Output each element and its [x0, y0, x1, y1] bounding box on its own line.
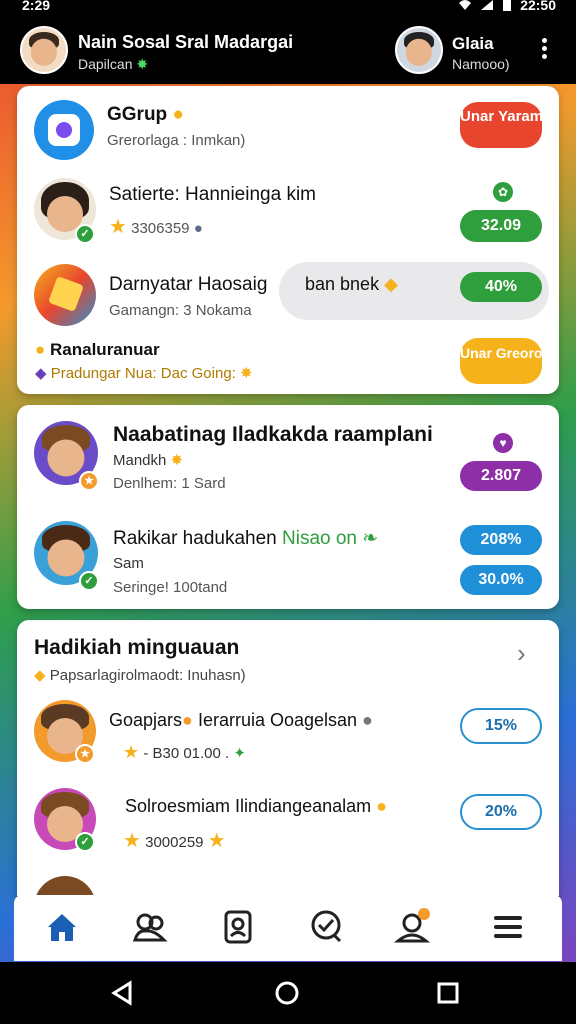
footer-subtitle: ◆ Pradungar Nua: Dac Going: ✸: [35, 365, 253, 382]
row-subtitle: ★ 3000259 ★: [123, 830, 226, 852]
hand-icon: ●: [193, 220, 203, 237]
online-badge: ✓: [75, 832, 95, 852]
footer-title: ● Ranaluranuar: [35, 340, 160, 359]
row-detail: Seringe! 100tand: [113, 579, 228, 596]
row-subtitle: Mandkh ✸: [113, 452, 184, 469]
status-pill[interactable]: Unar Yarame: [460, 102, 551, 148]
menu-icon[interactable]: [488, 907, 528, 947]
list-item[interactable]: GGrup ● Grerorlaga : Inmkan) Unar Yarame: [17, 86, 559, 166]
level-badge: ★: [75, 744, 95, 764]
coin-icon: ●: [35, 340, 46, 359]
game-icon: [34, 264, 96, 326]
online-badge: ✓: [75, 224, 95, 244]
groups-icon[interactable]: [130, 907, 170, 947]
app-bar: Nain Sosal Sral Madargai Dapilcan ✸ Glai…: [0, 16, 576, 84]
user-status: Namooo): [452, 56, 510, 72]
progress-pill-secondary[interactable]: 30.0%: [460, 565, 542, 595]
star-icon: ★: [109, 216, 127, 238]
leaf-icon: ✿: [493, 182, 513, 202]
battery-icon: [503, 0, 512, 11]
card-footer[interactable]: ● Ranaluranuar ◆ Pradungar Nua: Dac Goin…: [17, 332, 559, 392]
status-time: 2:29: [22, 0, 51, 13]
recents-icon[interactable]: [436, 981, 460, 1005]
status-icons: 22:50: [458, 0, 556, 13]
wifi-icon: [459, 0, 472, 10]
star-icon: ★: [123, 742, 140, 762]
bag-icon: ●: [362, 710, 373, 730]
section-subtitle: ◆ Papsarlagirolmaodt: Inuhasn): [34, 667, 246, 684]
row-title: Naabatinag Iladkakda raamplani: [113, 423, 433, 446]
sparkle-icon: ✦: [233, 745, 246, 762]
profile-card-icon[interactable]: [218, 907, 258, 947]
page-title: Nain Sosal Sral Madargai: [78, 32, 294, 52]
status-bar: 2:29 22:50: [0, 0, 576, 16]
campaign-card: ★ Naabatinag Iladkakda raamplani Mandkh …: [17, 405, 559, 609]
progress-pill[interactable]: 208%: [460, 525, 542, 555]
status-clock: 22:50: [520, 0, 556, 13]
level-badge: ★: [79, 471, 99, 491]
user-name: Glaia: [452, 34, 494, 53]
sparkle-icon: ✸: [240, 365, 253, 382]
smile-icon: ●: [172, 104, 184, 125]
badge-icon: ◆: [384, 274, 398, 294]
bottom-navigation: [14, 895, 562, 961]
user-notify-icon[interactable]: [393, 907, 434, 947]
row-title: GGrup ●: [107, 104, 184, 125]
progress-pill[interactable]: 40%: [460, 272, 542, 302]
star-icon: ★: [123, 830, 141, 852]
leaf-icon: ❧: [362, 528, 379, 549]
group-card: GGrup ● Grerorlaga : Inmkan) Unar Yarame…: [17, 86, 559, 394]
group-avatar[interactable]: [20, 26, 68, 74]
check-badge-icon[interactable]: [306, 907, 346, 947]
heart-icon: ♥: [493, 433, 513, 453]
progress-pill[interactable]: 20%: [460, 794, 542, 830]
coin-icon: ●: [182, 710, 193, 730]
back-icon[interactable]: [110, 980, 136, 1006]
list-item[interactable]: ★ Naabatinag Iladkakda raamplani Mandkh …: [17, 405, 559, 505]
home-button-icon[interactable]: [274, 980, 300, 1006]
row-detail: Denlhem: 1 Sard: [113, 475, 226, 492]
list-item[interactable]: ★ Goapjars● Ierarruia Ooagelsan ● ★ - B3…: [17, 696, 559, 782]
overflow-menu-icon[interactable]: [536, 36, 552, 60]
progress-pill[interactable]: 15%: [460, 708, 542, 744]
join-pill[interactable]: Unar Greoro: [460, 338, 542, 384]
list-item[interactable]: ✓ Satierte: Hannieinga kim ★ 3306359 ● ✿…: [17, 172, 559, 252]
chevron-right-icon[interactable]: ›: [517, 638, 526, 669]
sparkle-icon: ✸: [170, 452, 184, 469]
system-navigation-bar: [0, 962, 576, 1024]
shield-icon: ◆: [35, 365, 47, 382]
bubble-text: ban bnek ◆: [305, 274, 398, 294]
row-title: Rakikar hadukahen Nisao on ❧: [113, 528, 379, 549]
page-subtitle: Dapilcan ✸: [78, 56, 148, 73]
row-subtitle: ★ - B30 01.00 . ✦: [123, 742, 246, 762]
row-title: Solroesmiam Ilindiangeanalam ●: [125, 796, 388, 816]
list-item[interactable]: Darnyatar Haosaig ban bnek ◆ Gamangn: 3 …: [17, 256, 559, 336]
section-title: Hadikiah minguauan: [34, 636, 240, 659]
row-subtitle: Grerorlaga : Inmkan): [107, 132, 246, 149]
home-icon[interactable]: [42, 907, 82, 947]
row-subtitle: ★ 3306359 ●: [109, 216, 203, 238]
signal-icon: [481, 0, 494, 10]
subtitle-text: Dapilcan: [78, 56, 133, 72]
avatar: [34, 876, 96, 896]
online-badge: ✓: [79, 571, 99, 591]
list-item[interactable]: ✓ Rakikar hadukahen Nisao on ❧ Sam Serin…: [17, 509, 559, 609]
thumb-icon: ●: [376, 796, 388, 816]
row-title: Satierte: Hannieinga kim: [109, 184, 316, 205]
progress-pill[interactable]: 2.807: [460, 461, 542, 491]
progress-pill[interactable]: 32.09: [460, 210, 542, 242]
row-subtitle: Sam: [113, 555, 144, 572]
star-icon: ★: [207, 830, 226, 852]
row-subtitle: Gamangn: 3 Nokama: [109, 302, 252, 319]
list-item[interactable]: ✓ Solroesmiam Ilindiangeanalam ● ★ 30002…: [17, 782, 559, 868]
shield-icon: ◆: [34, 667, 46, 684]
sparkle-icon: ✸: [136, 56, 149, 72]
row-title: Darnyatar Haosaig: [109, 274, 268, 295]
app-logo-icon: [34, 100, 94, 160]
row-title: Goapjars● Ierarruia Ooagelsan ●: [109, 710, 373, 730]
rewards-card: Hadikiah minguauan › ◆ Papsarlagirolmaod…: [17, 620, 559, 896]
user-avatar[interactable]: [395, 26, 443, 74]
